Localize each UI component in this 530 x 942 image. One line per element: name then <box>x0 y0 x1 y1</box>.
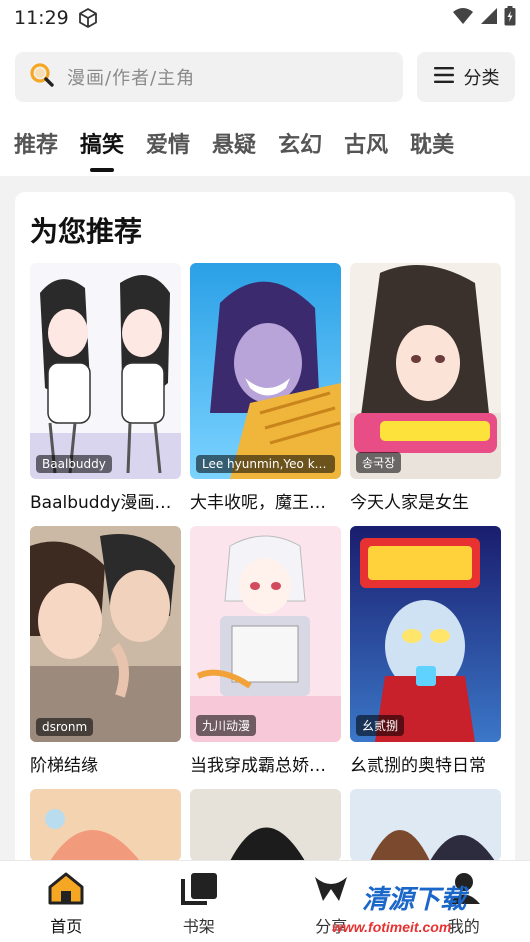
tab-mystery[interactable]: 悬疑 <box>212 126 256 166</box>
author-tag: Lee hyunmin,Yeo kan... <box>196 455 335 473</box>
tab-recommend[interactable]: 推荐 <box>14 126 58 166</box>
comic-item[interactable]: 幺贰捌 幺贰捌的奥特日常 <box>350 526 501 776</box>
tab-ancient[interactable]: 古风 <box>344 126 388 166</box>
comic-cover[interactable]: 송국장 <box>350 263 501 479</box>
comic-item[interactable]: 송국장 今天人家是女生 <box>350 263 501 513</box>
author-tag: 九川动漫 <box>196 715 257 736</box>
comic-title: 幺贰捌的奥特日常 <box>350 756 486 776</box>
tab-romance[interactable]: 爱情 <box>146 126 190 166</box>
signal-icon <box>480 7 498 30</box>
author-tag: 송국장 <box>356 452 402 473</box>
comic-item[interactable]: Lee hyunmin,Yeo kan... 大丰收呢，魔王… <box>190 263 341 513</box>
comic-cover[interactable] <box>190 789 341 861</box>
comic-cover[interactable] <box>30 789 181 861</box>
comic-item[interactable] <box>350 789 501 861</box>
watermark-brand: 清源下载 <box>362 884 470 914</box>
status-bar: 11:29 <box>0 0 530 36</box>
comic-cover[interactable]: 九川动漫 <box>190 526 341 742</box>
search-input[interactable]: 漫画/作者/主角 <box>15 52 403 102</box>
comic-item[interactable] <box>190 789 341 861</box>
cube-icon <box>77 7 99 29</box>
tab-bl[interactable]: 耽美 <box>410 126 454 166</box>
comic-item[interactable]: Baalbuddy Baalbuddy漫画… <box>30 263 181 513</box>
comic-item[interactable]: dsronm 阶梯结缘 <box>30 526 181 776</box>
comic-title: 当我穿成霸总娇… <box>190 756 326 776</box>
section-title: 为您推荐 <box>30 215 143 248</box>
bookshelf-icon <box>179 871 219 909</box>
battery-icon <box>504 5 516 31</box>
author-tag: 幺贰捌 <box>356 715 405 736</box>
nav-bookshelf-label: 书架 <box>182 917 215 936</box>
nav-bookshelf[interactable]: 书架 <box>133 861 266 942</box>
home-icon <box>46 871 86 909</box>
watermark-url: www.fotimeit.com <box>332 919 451 935</box>
status-time: 11:29 <box>14 7 69 29</box>
comic-title: 今天人家是女生 <box>350 493 469 513</box>
watermark-logo: 清源下载 www.fotimeit.com <box>302 876 502 936</box>
search-placeholder: 漫画/作者/主角 <box>67 68 196 89</box>
comic-cover[interactable]: Baalbuddy <box>30 263 181 479</box>
comic-cover[interactable]: Lee hyunmin,Yeo kan... <box>190 263 341 479</box>
comic-item[interactable]: 九川动漫 当我穿成霸总娇… <box>190 526 341 776</box>
author-tag: Baalbuddy <box>36 455 112 473</box>
search-row: 漫画/作者/主角 分类 <box>15 52 515 102</box>
menu-icon <box>433 66 455 89</box>
wifi-icon <box>452 7 474 30</box>
tab-fantasy[interactable]: 玄幻 <box>278 126 322 166</box>
nav-home-label: 首页 <box>50 917 83 936</box>
search-icon <box>29 62 55 92</box>
comic-title: 阶梯结缘 <box>30 756 98 776</box>
comic-cover[interactable]: dsronm <box>30 526 181 742</box>
comic-item[interactable] <box>30 789 181 861</box>
comic-title: 大丰收呢，魔王… <box>190 493 326 513</box>
nav-home[interactable]: 首页 <box>0 861 133 942</box>
tab-comedy[interactable]: 搞笑 <box>80 126 124 172</box>
comic-cover[interactable]: 幺贰捌 <box>350 526 501 742</box>
category-button[interactable]: 分类 <box>417 52 515 102</box>
genre-tabs: 推荐 搞笑 爱情 悬疑 玄幻 古风 耽美 <box>14 126 454 172</box>
author-tag: dsronm <box>36 718 94 736</box>
comic-cover[interactable] <box>350 789 501 861</box>
category-label: 分类 <box>463 68 500 89</box>
comic-title: Baalbuddy漫画… <box>30 493 172 513</box>
